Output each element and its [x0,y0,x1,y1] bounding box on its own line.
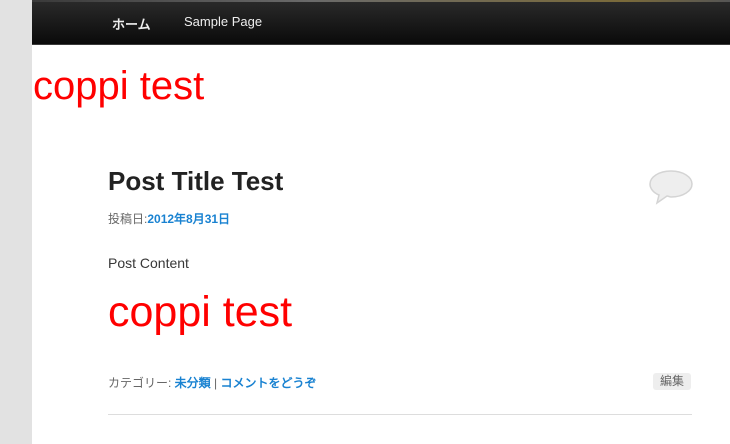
category-prefix: カテゴリー: [108,376,175,390]
edit-button[interactable]: 編集 [653,373,692,390]
post-divider [108,414,692,415]
main-navigation: ホーム Sample Page [32,0,730,45]
post-content: Post Content [108,255,189,271]
entry-footer: カテゴリー: 未分類 | コメントをどうぞ [108,374,317,391]
nav-item-home[interactable]: ホーム [112,14,151,33]
page: ホーム Sample Page coppi test Post Title Te… [32,0,730,444]
category-link[interactable]: 未分類 [175,376,211,390]
date-prefix: 投稿日: [108,212,148,226]
post-date-link[interactable]: 2012年8月31日 [147,212,230,226]
comment-bubble-icon[interactable] [648,168,694,206]
content-test-text: coppi test [108,288,293,336]
post-meta: 投稿日:2012年8月31日 [108,210,230,227]
header-image-strip [32,0,730,2]
comment-link[interactable]: コメントをどうぞ [220,376,316,390]
footer-separator: | [210,376,221,390]
site-test-text: coppi test [33,64,205,108]
nav-item-sample-page[interactable]: Sample Page [184,14,262,29]
post-title[interactable]: Post Title Test [108,164,283,198]
